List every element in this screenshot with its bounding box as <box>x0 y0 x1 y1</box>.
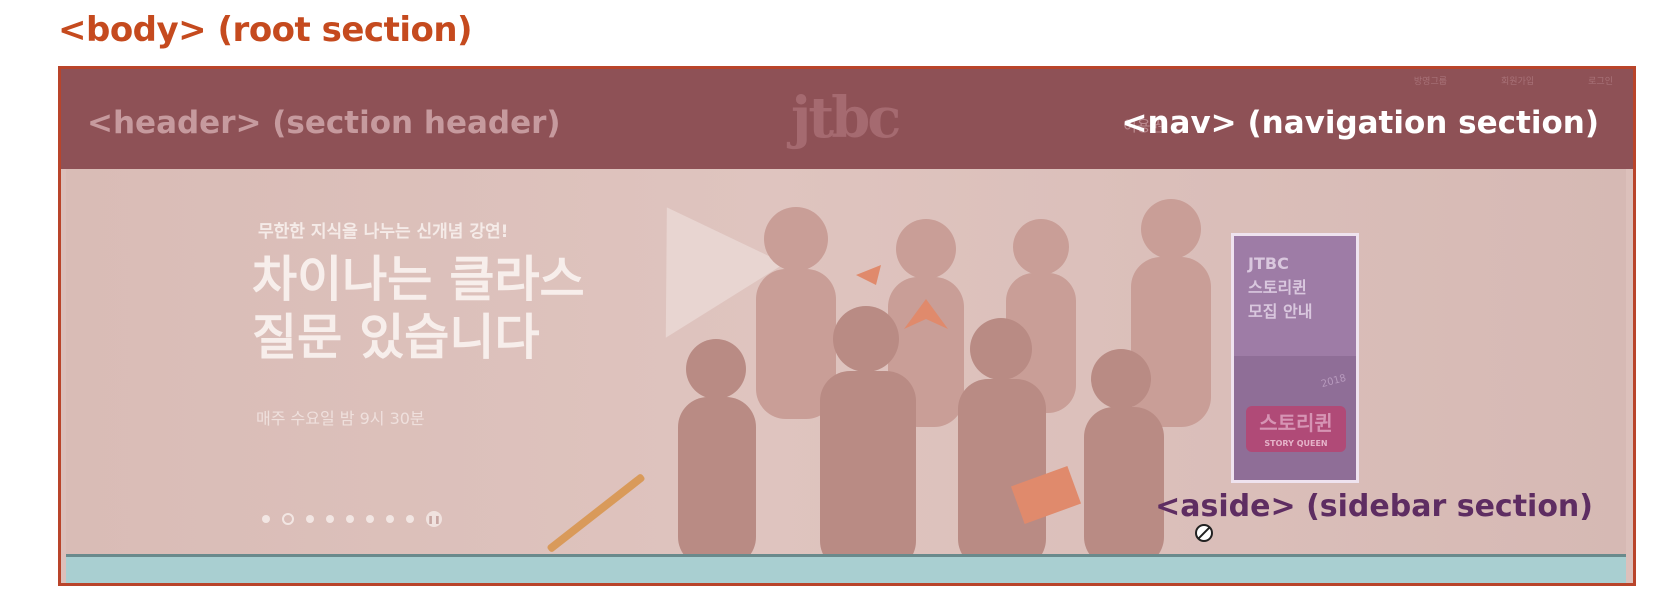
story-queen-logo: 스토리퀸 STORY QUEEN <box>1246 406 1346 452</box>
slide-dot-active[interactable] <box>282 513 294 525</box>
slide-dot[interactable] <box>306 515 314 523</box>
header-section: 방영그룹 회원가입 로그인 <header> (section header) … <box>61 69 1633 169</box>
nav-section-label: <nav> (navigation section) <box>1121 105 1599 141</box>
slide-dot[interactable] <box>386 515 394 523</box>
aside-ad-banner[interactable]: JTBC 스토리퀸 모집 안내 2018 스토리퀸 STORY QUEEN <box>1231 233 1359 483</box>
slide-dot[interactable] <box>406 515 414 523</box>
aside-section-label: <aside> (sidebar section) <box>1155 489 1593 524</box>
cast-photo <box>678 199 1211 554</box>
utility-links: 방영그룹 회원가입 로그인 <box>1414 74 1613 87</box>
slide-dot[interactable] <box>366 515 374 523</box>
hero-title-line2: 질문 있습니다 <box>252 309 540 366</box>
header-section-label: <header> (section header) <box>87 105 561 141</box>
body-section-label: <body> (root section) <box>58 10 473 50</box>
util-link-login[interactable]: 로그인 <box>1588 74 1613 87</box>
aside-banner-year: 2018 <box>1319 372 1347 391</box>
root-section-frame: 방영그룹 회원가입 로그인 <header> (section header) … <box>58 66 1636 586</box>
util-link-signup[interactable]: 회원가입 <box>1501 74 1534 87</box>
slide-indicators: ❚❚ <box>262 511 442 527</box>
slide-dot[interactable] <box>262 515 270 523</box>
main-section-strip <box>66 554 1626 583</box>
hero-title-line1: 차이나는 클라스 <box>252 251 585 308</box>
slide-dot[interactable] <box>326 515 334 523</box>
aside-banner-text: JTBC 스토리퀸 모집 안내 <box>1248 254 1313 321</box>
hero-airtime: 매주 수요일 밤 9시 30분 <box>256 409 425 428</box>
not-allowed-cursor-icon <box>1195 524 1213 542</box>
slide-dot[interactable] <box>346 515 354 523</box>
jtbc-logo[interactable]: jtbc <box>791 85 901 151</box>
story-queen-logo-text: 스토리퀸 <box>1259 411 1333 435</box>
util-link-group[interactable]: 방영그룹 <box>1414 74 1447 87</box>
story-queen-logo-sub: STORY QUEEN <box>1264 439 1328 448</box>
hero-title: 차이나는 클라스 질문 있습니다 <box>252 251 585 367</box>
pause-icon[interactable]: ❚❚ <box>426 511 442 527</box>
hero-subtitle: 무한한 지식을 나누는 신개념 강연! <box>258 222 509 242</box>
